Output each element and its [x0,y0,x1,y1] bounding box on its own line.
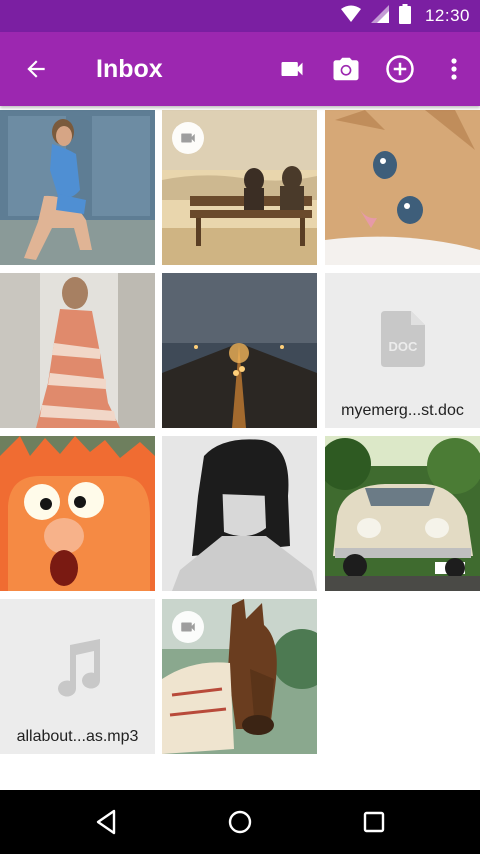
photo-thumbnail [325,110,480,265]
camera-icon [333,57,359,81]
back-button[interactable] [18,51,54,87]
page-title: Inbox [96,55,163,83]
recents-square-icon [363,811,385,833]
back-triangle-icon [96,809,116,835]
photo-thumbnail [162,436,317,591]
more-vertical-icon [451,58,457,80]
media-tile-photo[interactable] [325,110,480,265]
photo-thumbnail [0,436,155,591]
home-circle-icon [228,810,252,834]
wifi-icon [340,5,361,27]
record-video-button[interactable] [274,51,310,87]
videocam-icon [181,133,195,143]
media-tile-photo[interactable] [0,436,155,591]
media-tile-file[interactable]: DOC myemerg...st.doc [325,273,480,428]
nav-recents-button[interactable] [356,804,392,840]
media-tile-video[interactable] [162,110,317,265]
media-grid: DOC myemerg...st.doc allabout...as.mp3 [0,110,480,790]
media-tile-photo[interactable] [0,273,155,428]
photo-thumbnail [0,110,155,265]
media-tile-photo[interactable] [162,436,317,591]
videocam-icon [281,62,303,76]
videocam-icon [181,622,195,632]
app-bar: Inbox [0,32,480,106]
nav-home-button[interactable] [222,804,258,840]
media-tile-photo[interactable] [325,436,480,591]
photo-thumbnail [0,273,155,428]
back-arrow-icon [27,60,45,78]
media-tile-video[interactable] [162,599,317,754]
music-note-icon [54,639,102,703]
overflow-menu-button[interactable] [436,51,472,87]
video-badge [172,122,204,154]
video-badge [172,611,204,643]
navigation-bar [0,790,480,854]
svg-text:DOC: DOC [388,339,418,354]
media-tile-file[interactable]: allabout...as.mp3 [0,599,155,754]
file-name: allabout...as.mp3 [16,728,139,745]
status-time: 12:30 [424,6,470,25]
media-tile-photo[interactable] [0,110,155,265]
battery-icon [398,4,411,28]
add-button[interactable] [382,51,418,87]
doc-file-icon: DOC [380,311,425,371]
photo-thumbnail [325,436,480,591]
take-photo-button[interactable] [328,51,364,87]
nav-back-button[interactable] [88,804,124,840]
photo-thumbnail [162,273,317,428]
status-bar: 12:30 [0,0,480,32]
cellular-signal-icon [370,5,389,27]
add-circle-icon [386,55,414,83]
file-name: myemerg...st.doc [341,402,464,419]
media-tile-photo[interactable] [162,273,317,428]
